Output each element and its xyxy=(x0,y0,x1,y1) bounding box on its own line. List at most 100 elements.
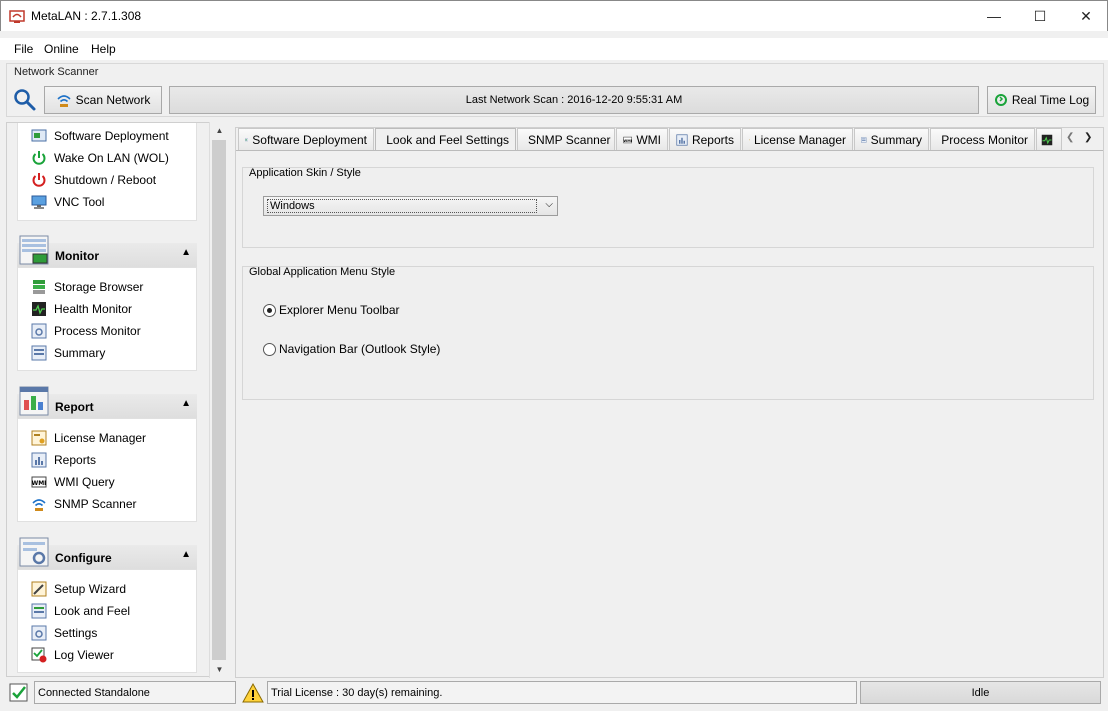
tab-label: Summary xyxy=(870,132,922,147)
title-bar: MetaLAN : 2.7.1.308 — ☐ ✕ xyxy=(0,0,1108,31)
tab-label: Look and Feel Settings xyxy=(386,133,509,147)
sidebar-item-process-monitor[interactable]: Process Monitor xyxy=(31,321,141,341)
tab-scroll-left-icon[interactable]: ❮ xyxy=(1066,132,1074,143)
sidebar-item-label: License Manager xyxy=(54,431,147,445)
tab-scroll-right-icon[interactable]: ❯ xyxy=(1084,132,1092,143)
sidebar-item-label: Health Monitor xyxy=(54,302,133,316)
connection-status: Connected Standalone xyxy=(34,681,236,704)
process-icon xyxy=(31,323,47,339)
chevron-down-icon: ⌵ xyxy=(545,199,553,210)
configure-section-icon xyxy=(19,537,49,567)
tab-label: Software Deployment xyxy=(252,132,367,147)
sidebar-scrollbar[interactable]: ▲ ▼ xyxy=(209,122,228,678)
tab-reports[interactable]: Reports xyxy=(669,128,741,150)
tab-label: SNMP Scanner xyxy=(528,132,611,147)
radio-navigation-bar[interactable]: Navigation Bar (Outlook Style) xyxy=(263,342,440,356)
tab-license-manager[interactable]: License Manager xyxy=(742,128,853,150)
sidebar-item-setup-wizard[interactable]: Setup Wizard xyxy=(31,579,126,599)
scroll-down-icon[interactable]: ▼ xyxy=(210,661,229,677)
health-monitor-icon xyxy=(1041,134,1053,145)
monitor-section-icon xyxy=(19,235,49,265)
collapse-icon[interactable]: ▲ xyxy=(181,549,191,560)
wifi-icon xyxy=(32,499,46,511)
tab-health-monitor[interactable] xyxy=(1036,128,1062,150)
sidebar-item-shutdown-reboot[interactable]: Shutdown / Reboot xyxy=(31,170,156,190)
radio-selected-icon xyxy=(263,303,276,317)
sidebar-item-label: Settings xyxy=(54,626,98,640)
scrollbar-thumb[interactable] xyxy=(212,140,226,660)
sidebar-item-reports[interactable]: Reports xyxy=(31,450,96,470)
tab-wmi[interactable]: WMI WMI xyxy=(616,128,668,150)
sidebar-item-storage-browser[interactable]: Storage Browser xyxy=(31,277,143,297)
scan-network-button[interactable]: Scan Network xyxy=(44,86,162,114)
report-section-title: Report xyxy=(55,400,94,414)
sidebar-item-log-viewer[interactable]: Log Viewer xyxy=(31,645,114,665)
configure-section-header[interactable]: Configure ▲ xyxy=(17,537,197,569)
storage-icon xyxy=(33,280,45,294)
menu-help[interactable]: Help xyxy=(91,42,116,56)
sidebar-item-label: SNMP Scanner xyxy=(54,497,137,511)
tab-process-monitor[interactable]: Process Monitor xyxy=(930,128,1035,150)
summary-icon xyxy=(31,345,47,361)
sidebar-item-wmi-query[interactable]: WMI WMI Query xyxy=(31,472,115,492)
health-monitor-icon xyxy=(32,302,46,316)
real-time-log-label: Real Time Log xyxy=(1011,93,1090,107)
radio-explorer-menu-toolbar[interactable]: Explorer Menu Toolbar xyxy=(263,303,400,317)
close-icon: ✕ xyxy=(1080,7,1092,24)
maximize-button[interactable]: ☐ xyxy=(1017,1,1063,31)
main-panel: Software Deployment Look and Feel Settin… xyxy=(235,127,1104,678)
collapse-icon[interactable]: ▲ xyxy=(181,398,191,409)
reports-icon xyxy=(676,133,688,146)
wmi-icon: WMI xyxy=(623,136,633,143)
power-green-icon xyxy=(32,151,46,165)
sidebar-item-label: Log Viewer xyxy=(54,648,114,662)
tab-look-and-feel-settings[interactable]: Look and Feel Settings xyxy=(375,128,516,151)
network-scanner-group: Network Scanner Scan Network Last Networ… xyxy=(6,63,1104,117)
minimize-icon: — xyxy=(987,8,1001,24)
close-button[interactable]: ✕ xyxy=(1063,1,1108,31)
sidebar: Software Deployment Wake On LAN (WOL) Sh… xyxy=(6,122,228,677)
menu-style-fieldset: Global Application Menu Style Explorer M… xyxy=(242,266,1094,400)
tab-snmp-scanner[interactable]: SNMP Scanner xyxy=(517,128,615,150)
refresh-icon xyxy=(994,94,1007,106)
sidebar-item-vnc-tool[interactable]: VNC Tool xyxy=(31,192,104,212)
configure-section-title: Configure xyxy=(55,551,112,565)
sidebar-item-summary[interactable]: Summary xyxy=(31,343,105,363)
sidebar-item-snmp-scanner[interactable]: SNMP Scanner xyxy=(31,494,136,514)
power-red-icon xyxy=(32,173,46,187)
license-icon xyxy=(31,430,47,446)
sidebar-item-software-deployment[interactable]: Software Deployment xyxy=(31,126,169,146)
radio-label: Navigation Bar (Outlook Style) xyxy=(279,342,441,356)
warning-icon xyxy=(242,682,264,703)
menu-file[interactable]: File xyxy=(14,42,33,56)
report-section-header[interactable]: Report ▲ xyxy=(17,386,197,418)
sidebar-item-settings[interactable]: Settings xyxy=(31,623,97,643)
sidebar-item-look-and-feel[interactable]: Look and Feel xyxy=(31,601,130,621)
search-icon[interactable] xyxy=(13,88,37,112)
look-feel-icon xyxy=(31,603,47,619)
tab-summary[interactable]: Summary xyxy=(854,128,929,150)
sidebar-item-health-monitor[interactable]: Health Monitor xyxy=(31,299,132,319)
tab-software-deployment[interactable]: Software Deployment xyxy=(238,128,374,150)
monitor-section-header[interactable]: Monitor ▲ xyxy=(17,235,197,267)
sidebar-item-label: Shutdown / Reboot xyxy=(54,173,157,187)
sidebar-item-label: Look and Feel xyxy=(54,604,131,618)
look-and-feel-content: Application Skin / Style Windows ⌵ Globa… xyxy=(236,150,1103,677)
scroll-up-icon[interactable]: ▲ xyxy=(210,122,229,138)
wizard-icon xyxy=(31,581,47,597)
sidebar-item-label: Storage Browser xyxy=(54,280,144,294)
summary-icon xyxy=(861,136,867,143)
sidebar-item-wake-on-lan[interactable]: Wake On LAN (WOL) xyxy=(31,148,169,168)
minimize-button[interactable]: — xyxy=(971,1,1017,31)
sidebar-item-label: Reports xyxy=(54,453,97,467)
skin-select[interactable]: Windows ⌵ xyxy=(263,196,558,216)
wifi-icon xyxy=(57,95,71,107)
status-bar: Connected Standalone Trial License : 30 … xyxy=(0,680,1108,711)
sidebar-item-license-manager[interactable]: License Manager xyxy=(31,428,146,448)
tab-label: WMI xyxy=(636,132,661,147)
deploy-icon xyxy=(245,138,249,141)
collapse-icon[interactable]: ▲ xyxy=(181,247,191,258)
menu-online[interactable]: Online xyxy=(44,42,79,56)
sidebar-item-label: Software Deployment xyxy=(54,129,169,143)
real-time-log-button[interactable]: Real Time Log xyxy=(987,86,1096,114)
